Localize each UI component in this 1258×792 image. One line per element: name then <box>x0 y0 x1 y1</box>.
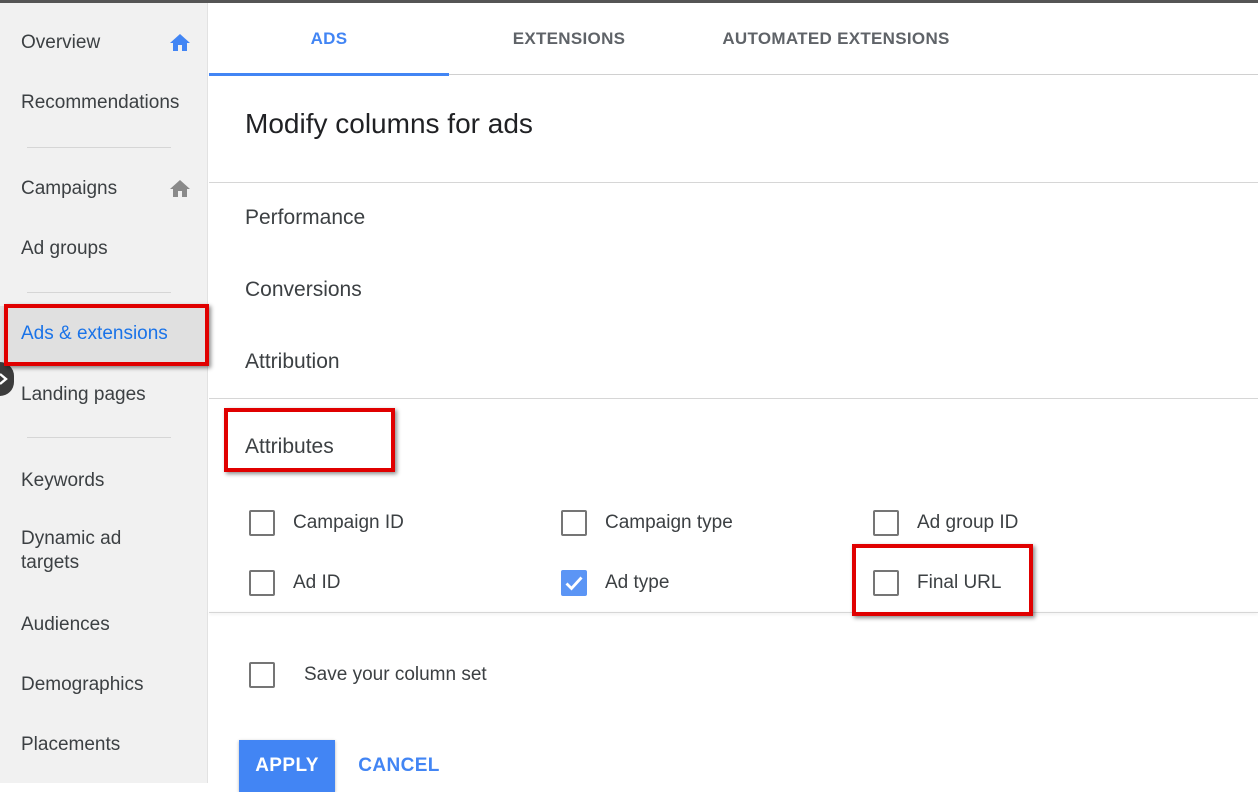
checkbox-label: Final URL <box>917 572 1002 593</box>
checkbox-campaign-id[interactable]: Campaign ID <box>249 510 404 536</box>
section-conversions[interactable]: Conversions <box>245 278 362 302</box>
sidebar-item-label: Overview <box>21 32 101 53</box>
tab-bar: ADS EXTENSIONS AUTOMATED EXTENSIONS <box>209 3 1258 76</box>
sidebar-item-recommendations[interactable]: Recommendations <box>0 75 208 131</box>
sidebar-item-landing-pages[interactable]: Landing pages <box>0 367 208 423</box>
tab-extensions[interactable]: EXTENSIONS <box>449 3 689 74</box>
chevron-right-icon <box>0 373 8 385</box>
sidebar-item-label: Audiences <box>21 614 110 635</box>
home-icon <box>170 180 190 197</box>
checkbox-box-checked[interactable] <box>561 570 587 596</box>
checkbox-box[interactable] <box>873 510 899 536</box>
checkbox-ad-type[interactable]: Ad type <box>561 570 669 596</box>
checkbox-label: Ad group ID <box>917 512 1019 533</box>
sidebar-item-label: Ad groups <box>21 238 108 259</box>
checkbox-campaign-type[interactable]: Campaign type <box>561 510 733 536</box>
checkbox-box[interactable] <box>249 570 275 596</box>
sidebar-item-label: Campaigns <box>21 178 118 199</box>
section-attribution[interactable]: Attribution <box>245 350 340 374</box>
checkbox-ad-group-id[interactable]: Ad group ID <box>873 510 1018 536</box>
checkbox-label: Campaign ID <box>293 512 404 533</box>
checkbox-label: Ad type <box>605 572 670 593</box>
header-divider <box>209 182 1258 183</box>
sidebar-item-ads-extensions[interactable]: Ads & extensions <box>0 306 208 362</box>
tab-automated-extensions[interactable]: AUTOMATED EXTENSIONS <box>689 3 983 74</box>
apply-button[interactable]: APPLY <box>239 740 335 792</box>
checkmark-icon <box>565 576 583 591</box>
home-icon <box>170 34 190 51</box>
sidebar-item-label: Ads & extensions <box>21 323 168 344</box>
sidebar-divider <box>27 292 171 293</box>
section-performance[interactable]: Performance <box>245 206 365 230</box>
sidebar-item-label: Keywords <box>21 470 105 491</box>
sidebar-nav: Overview Recommendations Campaigns Ad gr… <box>0 3 208 783</box>
checkbox-box[interactable] <box>561 510 587 536</box>
checkbox-label: Save your column set <box>304 664 487 685</box>
sidebar-item-label: Landing pages <box>21 384 146 405</box>
sidebar-item-dynamic-ad-targets[interactable]: Dynamic ad targets <box>0 519 150 583</box>
sidebar-item-campaigns[interactable]: Campaigns <box>0 161 208 217</box>
sidebar-item-label: Dynamic ad targets <box>21 528 122 573</box>
sidebar-item-label: Placements <box>21 734 121 755</box>
sidebar-item-label: Recommendations <box>21 92 180 113</box>
sidebar-item-label: Demographics <box>21 674 144 695</box>
sidebar-item-ad-groups[interactable]: Ad groups <box>0 221 208 277</box>
checkbox-save-column-set[interactable]: Save your column set <box>249 662 487 688</box>
checkbox-box[interactable] <box>249 662 275 688</box>
section-divider <box>209 398 1258 399</box>
checkbox-ad-id[interactable]: Ad ID <box>249 570 341 596</box>
checkbox-box[interactable] <box>249 510 275 536</box>
sidebar-item-demographics[interactable]: Demographics <box>0 657 208 713</box>
page-title: Modify columns for ads <box>245 108 533 139</box>
scroll-area-divider <box>209 612 1258 613</box>
sidebar-item-audiences[interactable]: Audiences <box>0 597 208 653</box>
checkbox-box[interactable] <box>873 570 899 596</box>
section-attributes[interactable]: Attributes <box>245 435 334 459</box>
tab-ads[interactable]: ADS <box>209 3 449 76</box>
sidebar-item-keywords[interactable]: Keywords <box>0 453 208 509</box>
sidebar-divider <box>27 437 171 438</box>
checkbox-final-url[interactable]: Final URL <box>873 570 1001 596</box>
sidebar-item-placements[interactable]: Placements <box>0 717 208 773</box>
sidebar-divider <box>27 147 171 148</box>
cancel-button[interactable]: CANCEL <box>346 740 452 792</box>
checkbox-label: Ad ID <box>293 572 341 593</box>
sidebar-item-overview[interactable]: Overview <box>0 15 208 71</box>
checkbox-label: Campaign type <box>605 512 733 533</box>
